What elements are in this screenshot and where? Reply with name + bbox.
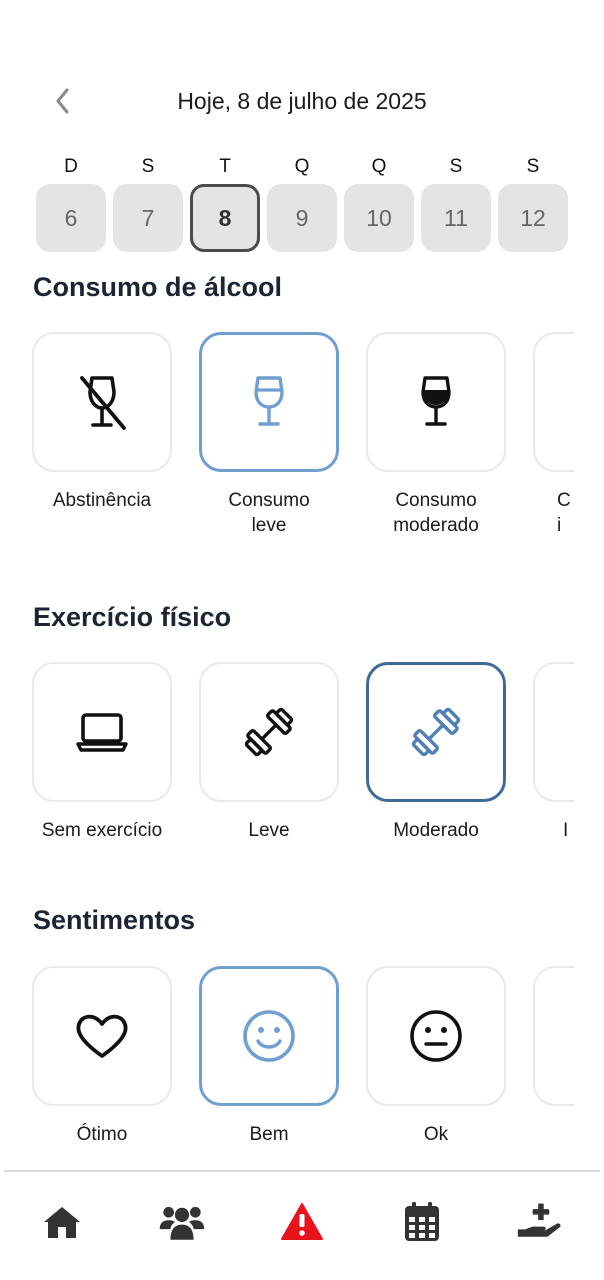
day-column: S 12: [498, 156, 568, 252]
alert-icon: [281, 1203, 323, 1240]
day-button-selected[interactable]: 8: [190, 184, 260, 252]
section-title-alcohol: Consumo de álcool: [33, 272, 283, 302]
calendar-icon: [405, 1202, 439, 1241]
option-label: Moderado: [393, 820, 479, 841]
option-heavy-consumption: C i: [533, 332, 574, 538]
week-selector: D 6 S 7 T 8 Q 9 Q 10 S 11 S 12: [36, 156, 568, 256]
option-light-exercise: Leve: [199, 662, 341, 843]
option-intense-exercise: I: [533, 662, 574, 843]
wine-glass-off-icon: [80, 376, 126, 430]
page-title: Hoje, 8 de julho de 2025: [177, 88, 427, 114]
smile-icon: [243, 1010, 295, 1062]
hand-medical-icon: [517, 1203, 561, 1237]
option-good: Bem: [199, 966, 341, 1147]
dumbbell-icon: [244, 707, 294, 757]
option-moderate-exercise: Moderado: [366, 662, 508, 843]
option-label: Bem: [249, 1124, 289, 1145]
option-label: Abstinência: [52, 490, 152, 511]
option-light-consumption: Consumo leve: [199, 332, 341, 538]
option-ok: Ok: [366, 966, 508, 1147]
option-box-selected[interactable]: [199, 966, 339, 1106]
day-button[interactable]: 7: [113, 184, 183, 252]
day-column: Q 10: [344, 156, 414, 252]
weekday-letter: D: [64, 156, 78, 177]
day-button[interactable]: 9: [267, 184, 337, 252]
option-moderate-consumption: Consumo moderado: [366, 332, 508, 538]
option-great: Ótimo: [32, 966, 174, 1147]
option-box[interactable]: [32, 966, 172, 1106]
option-no-exercise: Sem exercício: [32, 662, 174, 843]
option-box-selected[interactable]: [366, 662, 506, 802]
nav-health[interactable]: [516, 1198, 564, 1246]
laptop-icon: [76, 713, 128, 752]
day-button[interactable]: 12: [498, 184, 568, 252]
nav-calendar[interactable]: [398, 1198, 446, 1246]
option-box[interactable]: [32, 662, 172, 802]
feelings-options: Ótimo Bem Ok: [0, 966, 574, 1156]
home-icon: [44, 1207, 80, 1238]
wine-glass-icon: [254, 376, 284, 426]
weekday-letter: T: [219, 156, 231, 177]
day-column: T 8: [190, 156, 260, 252]
day-column: D 6: [36, 156, 106, 252]
day-button[interactable]: 6: [36, 184, 106, 252]
option-box[interactable]: [533, 332, 574, 472]
option-label: Ótimo: [76, 1124, 128, 1145]
option-label: I: [563, 820, 569, 841]
heart-icon: [76, 1014, 128, 1058]
option-box[interactable]: [366, 332, 506, 472]
option-label: C i: [557, 490, 571, 536]
exercise-options: Sem exercício Leve Moderado I: [0, 662, 574, 892]
section-title-exercise: Exercício físico: [33, 602, 232, 632]
option-box[interactable]: [366, 966, 506, 1106]
option-label: Sem exercício: [41, 820, 163, 841]
nav-home[interactable]: [38, 1198, 86, 1246]
day-column: Q 9: [267, 156, 337, 252]
weekday-letter: Q: [371, 156, 387, 177]
weekday-letter: S: [141, 156, 155, 177]
nav-community[interactable]: [158, 1198, 206, 1246]
day-button[interactable]: 10: [344, 184, 414, 252]
weekday-letter: Q: [294, 156, 310, 177]
wine-glass-icon: [421, 376, 451, 426]
day-column: S 11: [421, 156, 491, 252]
option-label: Consumo leve: [228, 490, 310, 536]
bottom-nav: [4, 1170, 600, 1280]
option-more: [533, 966, 574, 1106]
option-label: Consumo moderado: [393, 490, 479, 536]
option-box-selected[interactable]: [199, 332, 339, 472]
header: Hoje, 8 de julho de 2025: [0, 78, 604, 124]
option-box[interactable]: [199, 662, 339, 802]
option-label: Leve: [248, 820, 290, 841]
section-title-feelings: Sentimentos: [33, 905, 196, 935]
weekday-letter: S: [526, 156, 540, 177]
option-abstinence: Abstinência: [32, 332, 174, 513]
option-label: Ok: [423, 1124, 449, 1145]
day-column: S 7: [113, 156, 183, 252]
users-icon: [159, 1206, 205, 1240]
neutral-face-icon: [410, 1010, 462, 1062]
option-box[interactable]: [533, 662, 574, 802]
option-box[interactable]: [533, 966, 574, 1106]
day-button[interactable]: 11: [421, 184, 491, 252]
nav-alert[interactable]: [278, 1198, 326, 1246]
alcohol-options: Abstinência Consumo leve Consumo moderad…: [0, 332, 574, 562]
weekday-letter: S: [449, 156, 463, 177]
dumbbell-icon: [411, 707, 461, 757]
option-box[interactable]: [32, 332, 172, 472]
